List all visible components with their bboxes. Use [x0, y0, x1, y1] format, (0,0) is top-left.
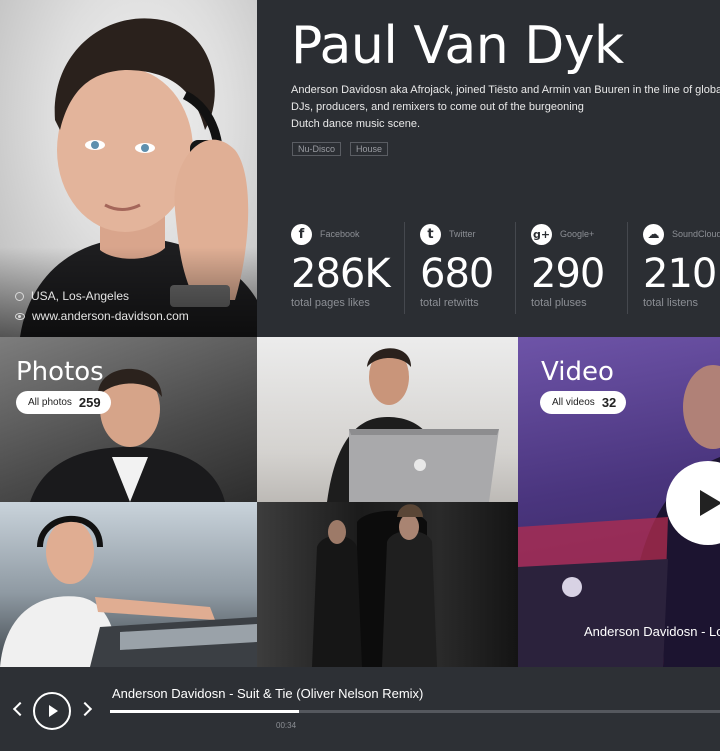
stat-twitter[interactable]: t Twitter 680 total retwitts: [404, 222, 515, 314]
stat-caption: total retwitts: [420, 297, 479, 309]
progress-fill: [110, 710, 300, 713]
soundcloud-icon: ☁: [643, 223, 664, 245]
video-tile[interactable]: Video All videos 32 Anderson Davidosn - …: [518, 337, 720, 667]
previous-track-icon[interactable]: [12, 701, 28, 717]
genre-tag-nu-disco[interactable]: Nu-Disco: [292, 142, 342, 156]
stat-value: 290: [531, 251, 605, 297]
artist-location: USA, Los-Angeles: [15, 289, 129, 303]
stat-soundcloud[interactable]: ☁ SoundCloud 210 total listens: [627, 222, 720, 314]
all-photos-label: All photos: [28, 397, 72, 408]
stat-value: 286K: [291, 251, 391, 297]
facebook-icon: f: [291, 223, 312, 245]
eye-icon: [15, 312, 25, 320]
stat-value: 680: [420, 251, 494, 297]
artist-website[interactable]: www.anderson-davidson.com: [15, 309, 189, 323]
artist-info-panel: Paul Van Dyk Anderson Davidosn aka Afroj…: [257, 0, 720, 337]
play-button[interactable]: [33, 692, 71, 730]
photo-studio-image: [0, 515, 257, 667]
genre-tag-house[interactable]: House: [350, 142, 389, 156]
all-photos-count: 259: [78, 395, 101, 410]
track-title: Anderson Davidosn - Suit & Tie (Oliver N…: [112, 686, 424, 701]
progress-time: 00:34: [276, 721, 297, 730]
all-photos-button[interactable]: All photos 259: [16, 391, 111, 414]
stat-network-name: Google+: [560, 229, 595, 239]
video-title: Video: [541, 357, 614, 387]
artist-bio: Anderson Davidosn aka Afrojack, joined T…: [291, 82, 720, 133]
photo-corridor-tile[interactable]: [257, 502, 518, 667]
stat-caption: total pluses: [531, 297, 587, 309]
audio-player: Anderson Davidosn - Suit & Tie (Oliver N…: [0, 667, 720, 751]
all-videos-label: All videos: [552, 397, 595, 408]
all-videos-count: 32: [601, 395, 617, 410]
artist-location-text: USA, Los-Angeles: [31, 289, 130, 303]
all-videos-button[interactable]: All videos 32: [540, 391, 627, 414]
photos-title: Photos: [16, 357, 104, 387]
next-track-icon[interactable]: [77, 701, 93, 717]
artist-portrait: USA, Los-Angeles www.anderson-davidson.c…: [0, 0, 257, 337]
stat-caption: total pages likes: [291, 297, 370, 309]
artist-name: Paul Van Dyk: [291, 16, 624, 76]
bio-line: DJs, producers, and remixers to come out…: [291, 101, 584, 113]
stat-network-name: Twitter: [449, 229, 476, 239]
artist-website-link[interactable]: www.anderson-davidson.com: [32, 309, 189, 323]
video-caption: Anderson Davidosn - Lo: [584, 624, 720, 639]
photo-corridor-image: [312, 504, 437, 667]
twitter-icon: t: [420, 223, 441, 245]
stat-caption: total listens: [643, 297, 699, 309]
social-stats: f Facebook 286K total pages likes t Twit…: [291, 222, 720, 314]
stat-network-name: Facebook: [320, 229, 360, 239]
genre-tags: Nu-Disco House: [292, 142, 389, 156]
stat-network-name: SoundCloud: [672, 229, 720, 239]
stat-facebook[interactable]: f Facebook 286K total pages likes: [291, 222, 404, 314]
bio-line: Dutch dance music scene.: [291, 118, 421, 130]
google-plus-icon: g+: [531, 223, 552, 245]
photo-studio-tile[interactable]: [0, 502, 257, 667]
photo-laptop-tile[interactable]: [257, 337, 518, 502]
stat-google-plus[interactable]: g+ Google+ 290 total pluses: [515, 222, 627, 314]
stat-value: 210: [643, 251, 717, 297]
bio-line: Anderson Davidosn aka Afrojack, joined T…: [291, 84, 720, 96]
photo-laptop-image: [327, 348, 499, 502]
photos-tile[interactable]: Photos All photos 259: [0, 337, 257, 502]
progress-bar[interactable]: [110, 710, 720, 713]
location-pin-icon: [15, 291, 24, 301]
